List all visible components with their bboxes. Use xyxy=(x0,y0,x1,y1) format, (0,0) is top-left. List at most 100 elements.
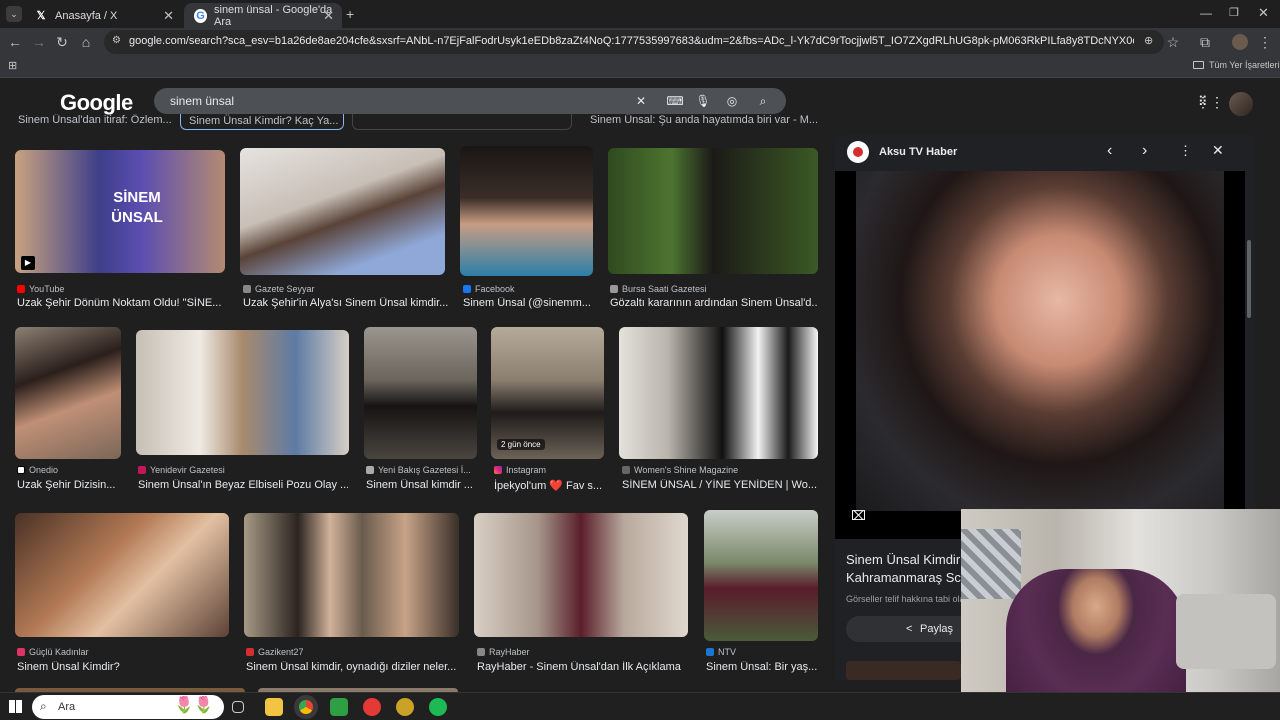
lens-icon[interactable]: ◎ xyxy=(723,92,741,110)
result-image[interactable] xyxy=(474,513,688,637)
result-title[interactable]: Sinem Ünsal'ın Beyaz Elbiseli Pozu Olay … xyxy=(138,479,348,491)
taskbar-search[interactable]: ⌕ Ara 🌷🌷 xyxy=(32,695,224,719)
reload-icon[interactable]: ↻ xyxy=(53,33,71,51)
account-avatar-right[interactable] xyxy=(1229,92,1253,116)
extensions-icon[interactable]: ⧉ xyxy=(1196,33,1214,51)
result-image[interactable] xyxy=(240,148,445,275)
source-logo[interactable] xyxy=(847,141,869,163)
result-image[interactable] xyxy=(244,513,459,637)
task-view-icon[interactable] xyxy=(232,701,244,713)
chip-partial[interactable]: Sinem Ünsal Kimdir? Kaç Ya... xyxy=(180,114,344,130)
keyboard-icon[interactable]: ⌨ xyxy=(666,92,684,110)
app-icon-green[interactable] xyxy=(330,698,348,716)
minimize-icon[interactable]: — xyxy=(1200,6,1212,20)
related-image-partial[interactable] xyxy=(846,661,961,680)
source-label: Instagram xyxy=(506,465,547,475)
address-bar[interactable]: ⚙ google.com/search?sca_esv=b1a26de8ae20… xyxy=(104,30,1164,54)
result-image[interactable] xyxy=(15,327,121,459)
microphone-icon[interactable]: 🎙 xyxy=(694,92,712,110)
search-icon[interactable]: ⌕ xyxy=(754,92,772,110)
result-title[interactable]: SİNEM ÜNSAL / YİNE YENİDEN | Wo... xyxy=(622,479,818,491)
lens-search-icon[interactable]: ⌧ xyxy=(851,508,866,524)
back-icon[interactable]: ← xyxy=(6,33,24,51)
result-title[interactable]: Uzak Şehir Dizisin... xyxy=(17,479,123,491)
app-icon-gold[interactable] xyxy=(396,698,414,716)
panel-source[interactable]: Aksu TV Haber xyxy=(879,146,957,158)
result-title[interactable]: Sinem Ünsal (@sinemm... xyxy=(463,297,593,309)
spotify-icon[interactable] xyxy=(429,698,447,716)
result-image[interactable] xyxy=(608,148,818,274)
copyright-note: Görseller telif hakkına tabi ola xyxy=(846,594,962,604)
tab-google[interactable]: G sinem ünsal - Google'da Ara ✕ xyxy=(184,3,342,28)
result-image[interactable] xyxy=(460,146,593,276)
bookmark-star-icon[interactable]: ☆ xyxy=(1164,33,1182,51)
source-label: Gazete Seyyar xyxy=(255,284,315,294)
panel-scrollbar[interactable] xyxy=(1247,240,1251,318)
thumb-overlay-text: SİNEM ÜNSAL xyxy=(111,189,163,226)
result-title[interactable]: Sinem Ünsal kimdir ... xyxy=(366,479,476,491)
result-title[interactable]: Sinem Ünsal Kimdir? xyxy=(17,661,229,673)
tab-search-button[interactable]: ⌄ xyxy=(6,6,22,22)
youtube-icon xyxy=(17,285,25,293)
source-label: YouTube xyxy=(29,284,65,294)
result-title[interactable]: İpekyol'um ❤️ Fav s... xyxy=(494,479,604,492)
result-image[interactable] xyxy=(364,327,477,459)
next-icon[interactable]: › xyxy=(1142,142,1147,160)
chip-partial[interactable]: Sinem Ünsal: Şu anda hayatımda biri var … xyxy=(590,114,818,126)
file-explorer-icon[interactable] xyxy=(265,698,283,716)
home-icon[interactable]: ⌂ xyxy=(77,33,95,51)
prev-icon[interactable]: ‹ xyxy=(1107,142,1112,160)
source-label: NTV xyxy=(718,647,736,657)
chip-partial[interactable]: Sinem Ünsal'dan itiraf: Özlem... xyxy=(18,114,172,126)
search-input[interactable]: sinem ünsal ✕ ⌨ 🎙 ◎ ⌕ xyxy=(154,88,786,114)
chip-partial[interactable] xyxy=(352,114,572,130)
result-image[interactable]: SİNEM ÜNSAL ▶ xyxy=(15,150,225,273)
result-title[interactable]: Sinem Ünsal kimdir, oynadığı diziler nel… xyxy=(246,661,459,673)
site-info-icon[interactable]: ⚙ xyxy=(112,35,121,46)
menu-icon[interactable]: ⋮ xyxy=(1256,33,1274,51)
share-button[interactable]: < Paylaş xyxy=(846,616,976,642)
more-icon[interactable]: ⋮ xyxy=(1179,143,1192,159)
forward-icon[interactable]: → xyxy=(30,33,48,51)
windows-start-icon[interactable] xyxy=(9,700,22,713)
zoom-icon[interactable]: ⊕ xyxy=(1144,34,1153,47)
profile-avatar[interactable] xyxy=(1232,34,1248,50)
tab-x[interactable]: 𝕏 Anasayfa / X ✕ xyxy=(24,3,182,28)
app-icon-red[interactable] xyxy=(363,698,381,716)
result-title[interactable]: Uzak Şehir'in Alya'sı Sinem Ünsal kimdir… xyxy=(243,297,448,309)
chrome-icon[interactable] xyxy=(297,698,315,716)
onedio-icon xyxy=(17,466,25,474)
instagram-icon xyxy=(494,466,502,474)
result-source: Gazete Seyyar xyxy=(243,284,315,294)
close-icon[interactable]: ✕ xyxy=(323,8,334,24)
yenidevir-icon xyxy=(138,466,146,474)
result-image[interactable] xyxy=(136,330,349,455)
gazete-seyyar-icon xyxy=(243,285,251,293)
source-label: Onedio xyxy=(29,465,59,475)
guclu-kadinlar-icon xyxy=(17,648,25,656)
new-tab-button[interactable]: + xyxy=(346,6,354,22)
result-image[interactable]: 2 gün önce xyxy=(491,327,604,459)
preview-image[interactable]: ⌧ xyxy=(835,171,1245,539)
result-title[interactable]: Gözaltı kararının ardından Sinem Ünsal'd… xyxy=(610,297,818,309)
result-image[interactable] xyxy=(619,327,818,459)
source-label: Facebook xyxy=(475,284,515,294)
apps-icon[interactable]: ⊞ xyxy=(8,59,17,72)
result-title[interactable]: RayHaber - Sinem Ünsal'dan İlk Açıklama xyxy=(477,661,688,673)
google-logo[interactable]: Google xyxy=(60,90,133,116)
panel-title[interactable]: Sinem Ünsal Kimdir Kahramanmaraş Sc xyxy=(846,551,964,587)
source-label: Gazikent27 xyxy=(258,647,304,657)
all-bookmarks[interactable]: Tüm Yer İşaretleri xyxy=(1193,60,1280,70)
close-panel-icon[interactable]: ✕ xyxy=(1212,142,1224,159)
result-title[interactable]: Sinem Ünsal: Bir yaş... xyxy=(706,661,818,673)
result-image[interactable] xyxy=(704,510,818,641)
close-icon[interactable]: ✕ xyxy=(163,8,174,24)
facebook-icon xyxy=(463,285,471,293)
google-apps-icon-right[interactable]: ⠿ xyxy=(1198,94,1207,110)
close-window-icon[interactable]: ✕ xyxy=(1258,5,1269,21)
restore-icon[interactable]: ❐ xyxy=(1229,6,1239,19)
result-image[interactable] xyxy=(15,513,229,637)
clear-icon[interactable]: ✕ xyxy=(632,92,650,110)
source-label: Women's Shine Magazine xyxy=(634,465,739,475)
result-title[interactable]: Uzak Şehir Dönüm Noktam Oldu! "SİNE... xyxy=(17,297,225,309)
